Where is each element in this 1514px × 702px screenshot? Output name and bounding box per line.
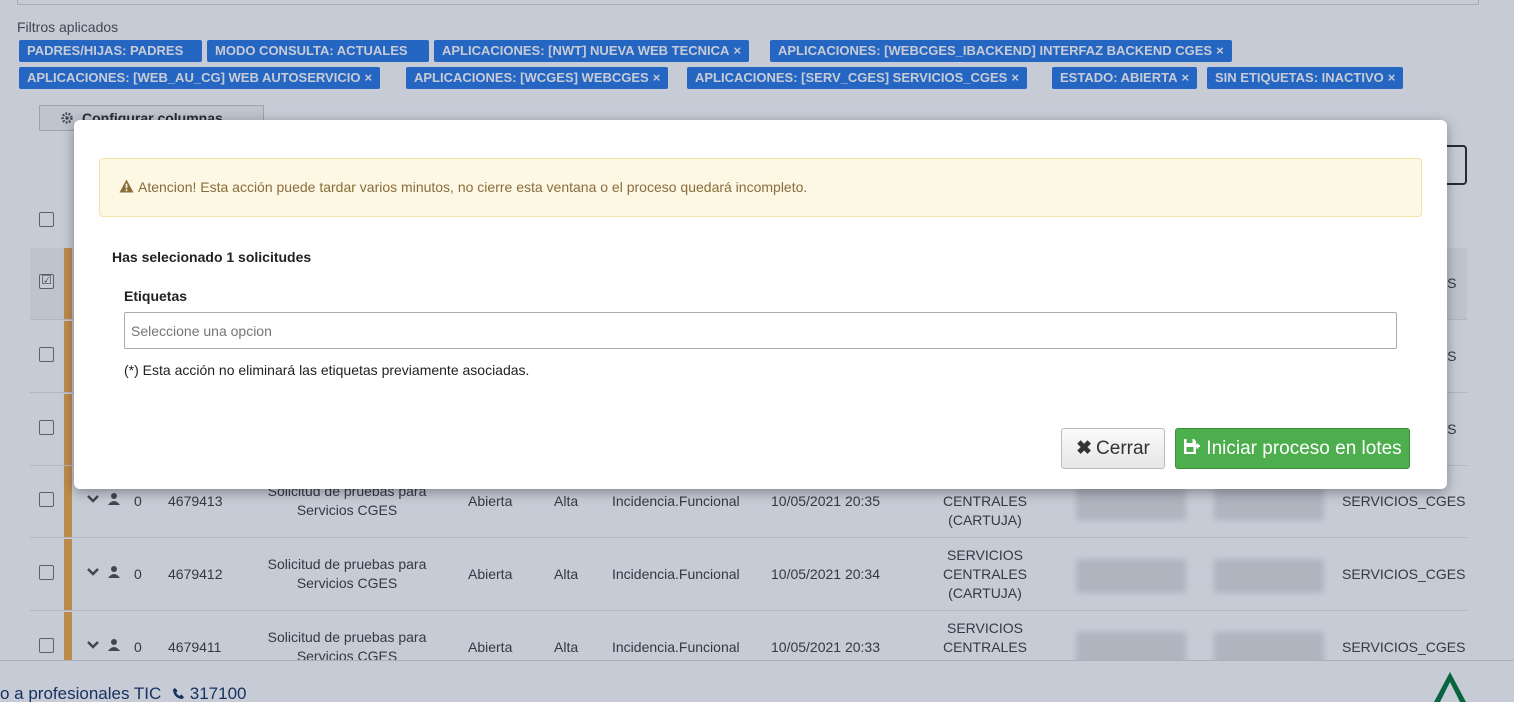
tags-note: (*) Esta acción no eliminará las etiquet…	[124, 362, 530, 378]
selected-count: Has selecionado 1 solicitudes	[112, 249, 312, 265]
tags-select[interactable]	[124, 312, 1397, 349]
close-icon: ✖	[1076, 438, 1093, 459]
save-icon	[1184, 439, 1201, 454]
close-button[interactable]: ✖ Cerrar	[1061, 428, 1165, 469]
warning-text: Atencion! Esta acción puede tardar vario…	[138, 179, 808, 195]
tags-label: Etiquetas	[124, 288, 188, 304]
start-batch-button[interactable]: Iniciar proceso en lotes	[1175, 428, 1410, 469]
close-button-label: Cerrar	[1096, 438, 1150, 459]
start-batch-label: Iniciar proceso en lotes	[1206, 438, 1402, 459]
warning-alert: Atencion! Esta acción puede tardar vario…	[99, 158, 1422, 217]
batch-tags-modal: Atencion! Esta acción puede tardar vario…	[74, 120, 1447, 489]
warning-icon	[119, 179, 134, 193]
